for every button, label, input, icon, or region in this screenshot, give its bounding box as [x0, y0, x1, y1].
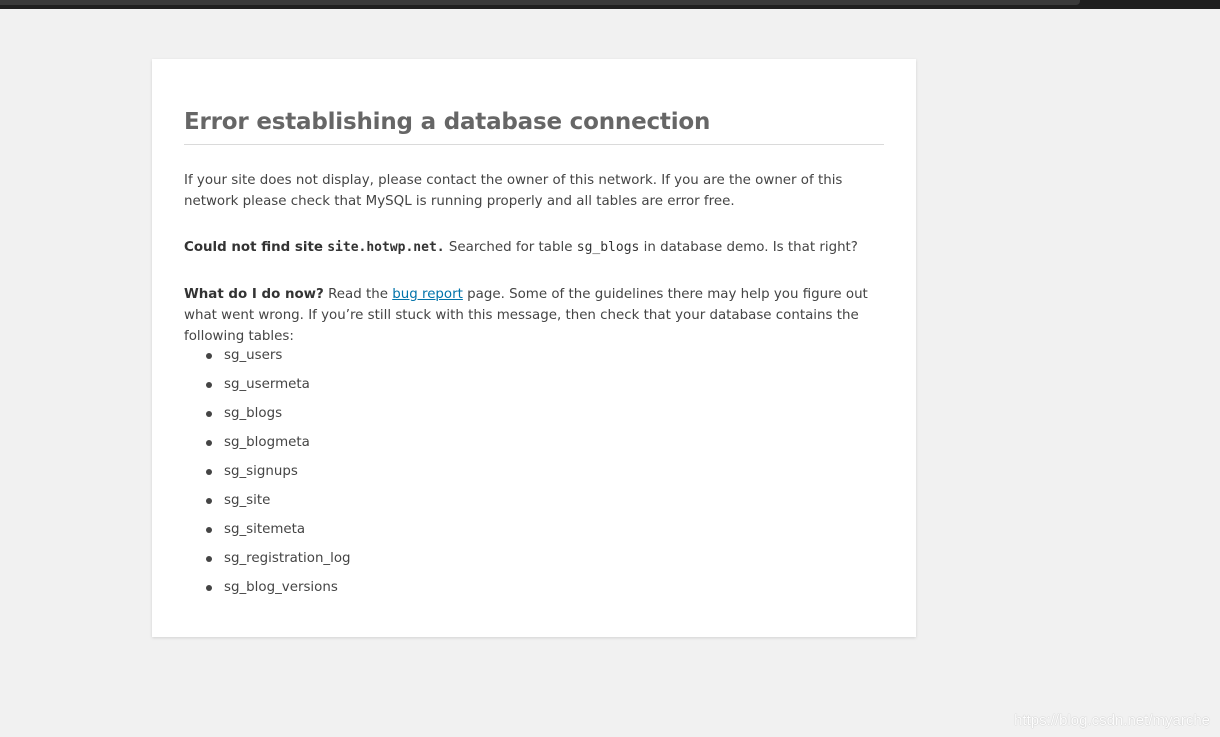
- read-the-text: Read the: [328, 287, 388, 302]
- site-not-found-paragraph: Could not find site site.hotwp.net. Sear…: [184, 237, 886, 258]
- bullet-icon: [206, 556, 212, 562]
- browser-top-bar: [0, 0, 1220, 9]
- list-item: sg_users: [204, 345, 351, 374]
- bullet-icon: [206, 353, 212, 359]
- bullet-icon: [206, 527, 212, 533]
- bullet-icon: [206, 585, 212, 591]
- error-card: Error establishing a database connection…: [152, 59, 916, 637]
- bullet-icon: [206, 440, 212, 446]
- list-item: sg_blogmeta: [204, 432, 351, 461]
- browser-top-bar-strip: [0, 0, 1080, 5]
- searched-prefix: Searched for table: [448, 240, 573, 255]
- table-name-item: sg_users: [224, 348, 283, 363]
- watermark: https://blog.csdn.net/myarche: [1014, 712, 1210, 729]
- table-name: sg_blogs: [576, 240, 640, 255]
- list-item: sg_registration_log: [204, 548, 351, 577]
- what-now-paragraph: What do I do now? Read the bug report pa…: [184, 284, 886, 347]
- table-name-item: sg_sitemeta: [224, 522, 306, 537]
- table-name-item: sg_signups: [224, 464, 298, 479]
- bug-report-link[interactable]: bug report: [392, 287, 463, 302]
- what-now-label: What do I do now?: [184, 287, 324, 302]
- intro-paragraph: If your site does not display, please co…: [184, 173, 843, 209]
- searched-suffix: . Is that right?: [764, 240, 858, 255]
- table-name-item: sg_blog_versions: [224, 580, 338, 595]
- title-divider: [184, 144, 884, 145]
- list-item: sg_site: [204, 490, 351, 519]
- bullet-icon: [206, 469, 212, 475]
- table-name-item: sg_registration_log: [224, 551, 351, 566]
- list-item: sg_blog_versions: [204, 577, 351, 606]
- not-found-label: Could not find site: [184, 240, 323, 255]
- list-item: sg_sitemeta: [204, 519, 351, 548]
- table-name-item: sg_blogs: [224, 406, 283, 421]
- bullet-icon: [206, 382, 212, 388]
- list-item: sg_blogs: [204, 403, 351, 432]
- bullet-icon: [206, 498, 212, 504]
- table-name-item: sg_blogmeta: [224, 435, 310, 450]
- bullet-icon: [206, 411, 212, 417]
- required-tables-list: sg_users sg_usermeta sg_blogs sg_blogmetasg…: [204, 345, 351, 606]
- list-item: sg_signups: [204, 461, 351, 490]
- table-name-item: sg_usermeta: [224, 377, 310, 392]
- site-domain: site.hotwp.net.: [327, 240, 445, 255]
- database-name: demo: [726, 240, 765, 255]
- searched-middle: in database: [643, 240, 723, 255]
- list-item: sg_usermeta: [204, 374, 351, 403]
- error-title: Error establishing a database connection: [184, 109, 711, 135]
- table-name-item: sg_site: [224, 493, 271, 508]
